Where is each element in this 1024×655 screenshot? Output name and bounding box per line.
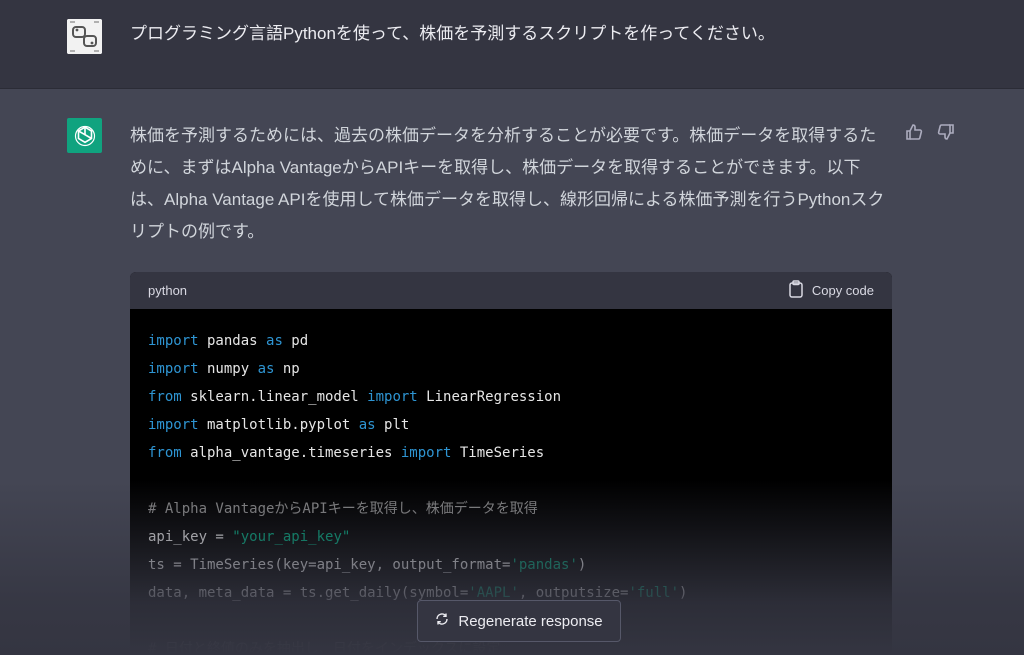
clipboard-icon: [788, 280, 804, 301]
code-token: 'full': [628, 585, 680, 601]
user-message-text: プログラミング言語Pythonを使って、株価を予測するスクリプトを作ってください…: [130, 24, 775, 43]
code-token: # Alpha VantageからAPIキーを取得し、株価データを取得: [148, 501, 538, 517]
code-token: import: [400, 445, 452, 461]
regenerate-label: Regenerate response: [458, 612, 603, 630]
code-token: import: [148, 361, 199, 377]
code-block: python Copy code import pandas as pd impo…: [130, 272, 892, 655]
code-token: ts = TimeSeries(key=api_key, output_form…: [148, 557, 511, 573]
thumbs-down-icon[interactable]: [936, 122, 956, 142]
copy-code-button[interactable]: Copy code: [788, 280, 874, 301]
code-token: import: [148, 333, 199, 349]
code-line: ts = TimeSeries(key=api_key, output_form…: [148, 551, 874, 579]
code-line: import matplotlib.pyplot as plt: [148, 411, 874, 439]
refresh-icon: [435, 612, 449, 630]
code-token: as: [358, 417, 376, 433]
code-token: LinearRegression: [417, 389, 562, 405]
code-token: alpha_vantage.timeseries: [181, 445, 401, 461]
openai-logo-icon: [67, 118, 102, 153]
code-token: pandas: [198, 333, 267, 349]
regenerate-response-button[interactable]: Regenerate response: [417, 600, 621, 642]
code-token: as: [257, 361, 275, 377]
code-token: pd: [282, 333, 309, 349]
code-line: from alpha_vantage.timeseries import Tim…: [148, 439, 874, 467]
code-token: matplotlib.pyplot: [198, 417, 359, 433]
code-token: sklearn.linear_model: [181, 389, 368, 405]
code-token: data, meta_data = ts.get_daily(symbol=: [148, 585, 469, 601]
code-line: api_key = "your_api_key": [148, 523, 874, 551]
code-token: api_key =: [148, 529, 233, 545]
code-line: from sklearn.linear_model import LinearR…: [148, 383, 874, 411]
code-token: 'AAPL': [468, 585, 519, 601]
feedback-buttons: [904, 122, 956, 142]
assistant-message-row: 株価を予測するためには、過去の株価データを分析することが必要です。株価データを取…: [0, 89, 1024, 655]
copy-code-label: Copy code: [811, 283, 874, 298]
code-token: ): [679, 585, 688, 601]
code-language-label: python: [148, 283, 188, 298]
code-token: numpy: [198, 361, 258, 377]
code-line: # Alpha VantageからAPIキーを取得し、株価データを取得: [148, 495, 874, 523]
code-token: np: [274, 361, 300, 377]
thumbs-up-icon[interactable]: [904, 122, 924, 142]
code-header: python Copy code: [130, 272, 892, 309]
code-line: import numpy as np: [148, 355, 874, 383]
code-token: plt: [375, 417, 410, 433]
code-token: as: [266, 333, 283, 349]
code-token: from: [148, 445, 182, 461]
code-token: import: [148, 417, 199, 433]
code-token: ): [577, 557, 587, 573]
assistant-message-text: 株価を予測するためには、過去の株価データを分析することが必要です。株価データを取…: [130, 126, 885, 241]
code-token: # 日付と終値のみを抽出し、日付をインデックスに設定: [148, 641, 501, 655]
code-token: TimeSeries: [451, 445, 545, 461]
user-message-row: プログラミング言語Pythonを使って、株価を予測するスクリプトを作ってください…: [0, 0, 1024, 89]
code-token: "your_api_key": [232, 529, 351, 545]
code-token: 'pandas': [510, 557, 578, 573]
code-token: from: [148, 389, 182, 405]
code-line: import pandas as pd: [148, 327, 874, 355]
code-token: , outputsize=: [518, 585, 629, 601]
code-token: import: [367, 389, 418, 405]
user-avatar-icon: [67, 19, 102, 54]
